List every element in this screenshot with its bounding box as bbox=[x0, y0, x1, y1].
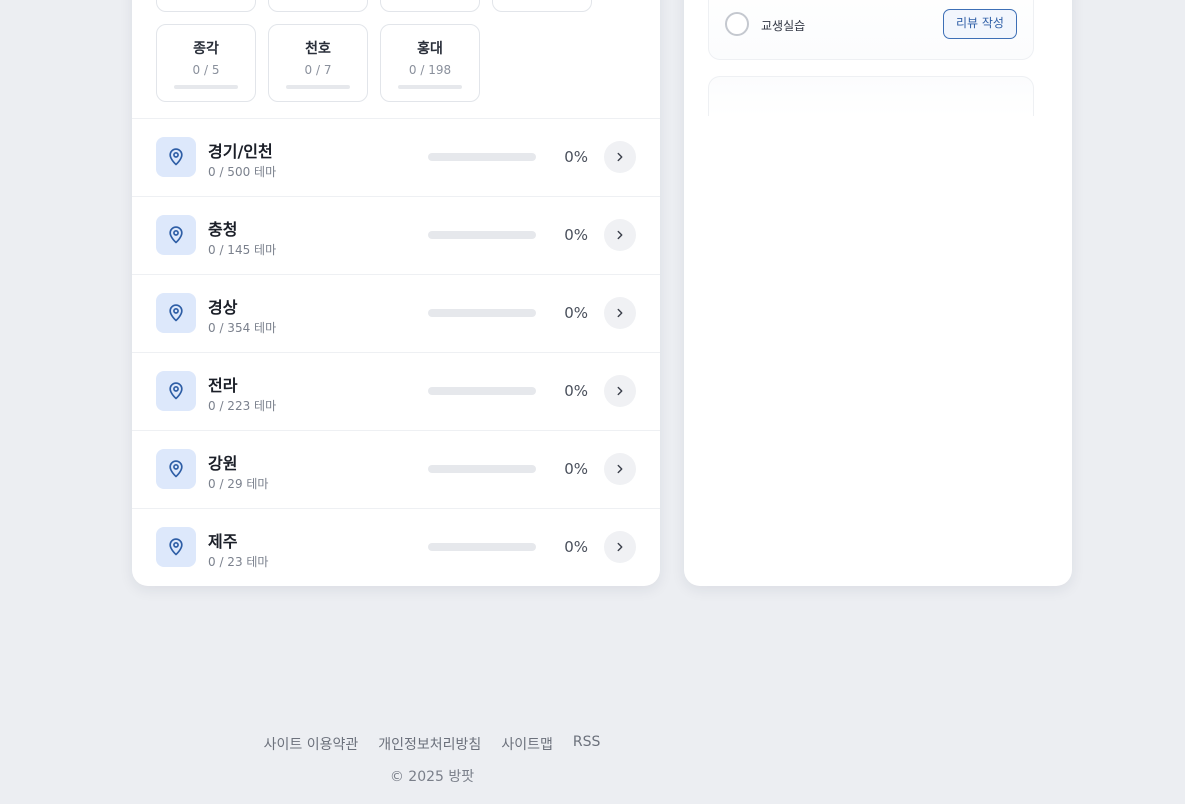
region-open-button[interactable] bbox=[604, 297, 636, 329]
task-title: 교생실습 bbox=[761, 19, 806, 33]
region-row-jeolla[interactable]: 전라 0 / 223 테마 0% bbox=[132, 352, 660, 430]
map-pin-icon bbox=[156, 137, 196, 177]
region-row-chungcheong[interactable]: 충청 0 / 145 테마 0% bbox=[132, 196, 660, 274]
region-progress-bar bbox=[428, 231, 536, 239]
region-percent: 0% bbox=[564, 148, 588, 166]
task-checkbox[interactable] bbox=[725, 12, 749, 36]
write-review-button[interactable]: 리뷰 작성 bbox=[943, 9, 1017, 39]
region-percent: 0% bbox=[564, 226, 588, 244]
chevron-right-icon bbox=[617, 386, 623, 396]
area-chip-jonggak[interactable]: 종각 0 / 5 bbox=[156, 24, 256, 102]
task-group-next bbox=[708, 76, 1034, 116]
region-count: 0 / 500 테마 bbox=[208, 165, 277, 179]
region-row-gyeonggi-incheon[interactable]: 경기/인천 0 / 500 테마 0% bbox=[132, 118, 660, 196]
region-progress-bar bbox=[428, 309, 536, 317]
region-row-jeju[interactable]: 제주 0 / 23 테마 0% bbox=[132, 508, 660, 586]
area-chip-count: 0 / 198 bbox=[408, 63, 452, 77]
area-chip-name: 천호 bbox=[305, 41, 331, 57]
footer-link-privacy[interactable]: 개인정보처리방침 bbox=[378, 734, 481, 754]
task-group: 교생실습 리뷰 작성 bbox=[708, 0, 1034, 60]
region-progress-bar bbox=[428, 153, 536, 161]
region-count: 0 / 23 테마 bbox=[208, 555, 269, 569]
region-name: 경기/인천 bbox=[208, 142, 273, 161]
area-chip-progress-bar bbox=[398, 85, 462, 89]
region-count: 0 / 29 테마 bbox=[208, 477, 269, 491]
area-chip-partial[interactable] bbox=[268, 0, 368, 12]
area-chip-name: 홍대 bbox=[417, 41, 443, 57]
map-pin-icon bbox=[156, 527, 196, 567]
area-chip-count: 0 / 7 bbox=[304, 63, 332, 77]
area-chip-cheonho[interactable]: 천호 0 / 7 bbox=[268, 24, 368, 102]
footer-link-rss[interactable]: RSS bbox=[573, 734, 601, 754]
footer-link-sitemap[interactable]: 사이트맵 bbox=[501, 734, 553, 754]
region-progress-bar bbox=[428, 387, 536, 395]
footer-links: 사이트 이용약관 개인정보처리방침 사이트맵 RSS bbox=[132, 734, 732, 754]
region-percent: 0% bbox=[564, 382, 588, 400]
chevron-right-icon bbox=[617, 464, 623, 474]
area-chip-progress-bar bbox=[286, 85, 350, 89]
map-pin-icon bbox=[156, 293, 196, 333]
area-chip-progress-bar bbox=[174, 85, 238, 89]
map-pin-icon bbox=[156, 371, 196, 411]
region-open-button[interactable] bbox=[604, 375, 636, 407]
region-open-button[interactable] bbox=[604, 531, 636, 563]
region-open-button[interactable] bbox=[604, 219, 636, 251]
region-name: 제주 bbox=[208, 532, 238, 551]
region-list: 경기/인천 0 / 500 테마 0% 충청 0 / 145 테마 0% 경상 … bbox=[132, 118, 660, 586]
area-chip-hongdae[interactable]: 홍대 0 / 198 bbox=[380, 24, 480, 102]
chevron-right-icon bbox=[617, 230, 623, 240]
chevron-right-icon bbox=[617, 308, 623, 318]
map-pin-icon bbox=[156, 215, 196, 255]
region-percent: 0% bbox=[564, 304, 588, 322]
region-row-gyeongsang[interactable]: 경상 0 / 354 테마 0% bbox=[132, 274, 660, 352]
region-name: 경상 bbox=[208, 298, 238, 317]
region-name: 강원 bbox=[208, 454, 238, 473]
footer-link-terms[interactable]: 사이트 이용약관 bbox=[264, 734, 359, 754]
region-count: 0 / 223 테마 bbox=[208, 399, 277, 413]
area-chip-partial[interactable] bbox=[492, 0, 592, 12]
chevron-right-icon bbox=[617, 152, 623, 162]
area-chip-count: 0 / 5 bbox=[192, 63, 220, 77]
region-percent: 0% bbox=[564, 538, 588, 556]
region-row-gangwon[interactable]: 강원 0 / 29 테마 0% bbox=[132, 430, 660, 508]
footer: 사이트 이용약관 개인정보처리방침 사이트맵 RSS © 2025 방팟 bbox=[132, 734, 732, 786]
region-progress-bar bbox=[428, 465, 536, 473]
area-chip-partial[interactable] bbox=[380, 0, 480, 12]
region-count: 0 / 354 테마 bbox=[208, 321, 277, 335]
region-progress-card: 종각 0 / 5 천호 0 / 7 홍대 0 / 198 경기/인천 0 / 5… bbox=[132, 0, 660, 586]
region-percent: 0% bbox=[564, 460, 588, 478]
area-chip-name: 종각 bbox=[193, 41, 219, 57]
footer-copyright: © 2025 방팟 bbox=[389, 769, 475, 785]
region-progress-bar bbox=[428, 543, 536, 551]
page: 종각 0 / 5 천호 0 / 7 홍대 0 / 198 경기/인천 0 / 5… bbox=[0, 0, 1185, 804]
chevron-right-icon bbox=[617, 542, 623, 552]
region-open-button[interactable] bbox=[604, 141, 636, 173]
region-count: 0 / 145 테마 bbox=[208, 243, 277, 257]
region-name: 전라 bbox=[208, 376, 238, 395]
task-list-card: 교생실습 리뷰 작성 bbox=[684, 0, 1072, 586]
region-open-button[interactable] bbox=[604, 453, 636, 485]
area-chip-partial[interactable] bbox=[156, 0, 256, 12]
map-pin-icon bbox=[156, 449, 196, 489]
region-name: 충청 bbox=[208, 220, 238, 239]
